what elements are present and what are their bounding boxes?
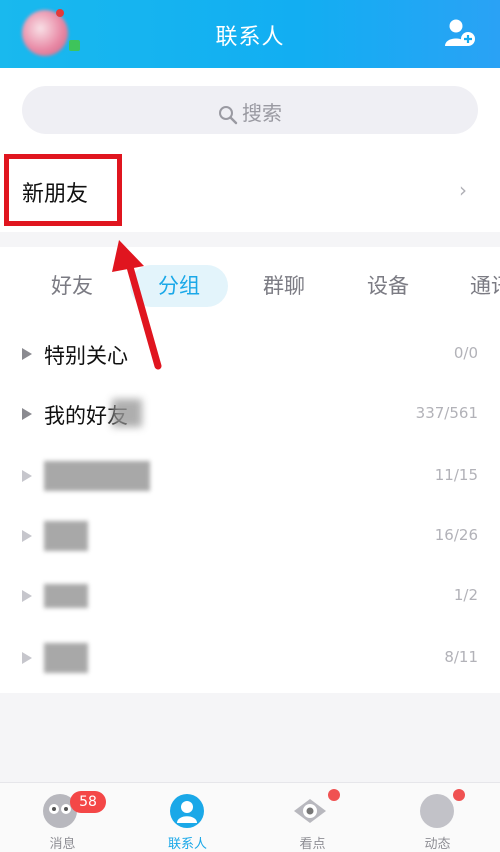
- nav-label: 联系人: [167, 837, 207, 852]
- tab-address-book[interactable]: 通讯: [446, 265, 500, 307]
- notification-dot: [56, 9, 64, 17]
- group-row[interactable]: 特别关心 0/0: [0, 325, 500, 385]
- bottom-nav: 58 消息 联系人 看点 动态: [0, 782, 500, 852]
- group-count: 1/2: [453, 586, 478, 604]
- blurred-group-name: [44, 584, 88, 608]
- group-count: 8/11: [444, 648, 478, 666]
- notification-dot: [328, 789, 340, 801]
- nav-watch[interactable]: 看点: [250, 783, 375, 852]
- unread-badge: 58: [70, 791, 106, 813]
- search-placeholder: 搜索: [242, 101, 282, 125]
- page-title: 联系人: [215, 25, 285, 50]
- expand-arrow-icon: [22, 530, 32, 542]
- blurred-region: [112, 399, 142, 427]
- search-input[interactable]: 搜索: [22, 86, 478, 134]
- group-row[interactable]: 我的好友 337/561: [0, 385, 500, 445]
- contacts-icon: [170, 794, 204, 828]
- nav-feed[interactable]: 动态: [375, 783, 500, 852]
- highlight-annotation: [4, 154, 122, 226]
- group-row[interactable]: 1/2: [0, 567, 500, 627]
- star-icon: [420, 794, 454, 828]
- blurred-group-name: [44, 643, 88, 673]
- tab-devices[interactable]: 设备: [340, 265, 436, 307]
- expand-arrow-icon: [22, 408, 32, 420]
- annotation-arrow: [112, 240, 162, 370]
- group-count: 337/561: [415, 404, 478, 422]
- expand-arrow-icon: [22, 652, 32, 664]
- add-contact-icon[interactable]: [444, 18, 476, 48]
- nav-label: 消息: [49, 837, 76, 852]
- blurred-group-name: [44, 521, 88, 551]
- nav-contacts[interactable]: 联系人: [125, 783, 250, 852]
- expand-arrow-icon: [22, 590, 32, 602]
- notification-dot: [453, 789, 465, 801]
- nav-label: 看点: [299, 837, 326, 852]
- contacts-panel: 好友 分组 群聊 设备 通讯 特别关心 0/0 我的好友 337/561 11/…: [0, 247, 500, 693]
- group-row[interactable]: 8/11: [0, 629, 500, 689]
- group-count: 16/26: [434, 526, 478, 544]
- blurred-group-name: [44, 461, 150, 491]
- expand-arrow-icon: [22, 348, 32, 360]
- expand-arrow-icon: [22, 470, 32, 482]
- top-bar: 联系人: [0, 0, 500, 68]
- search-icon: [219, 105, 238, 124]
- chevron-right-icon: ›: [459, 178, 467, 202]
- top-section: 搜索 新朋友 ›: [0, 68, 500, 232]
- nav-label: 动态: [424, 837, 451, 852]
- group-count: 0/0: [453, 344, 478, 362]
- eye-icon: [294, 799, 326, 823]
- nav-messages[interactable]: 58 消息: [0, 783, 125, 852]
- group-row[interactable]: 16/26: [0, 507, 500, 567]
- group-count: 11/15: [434, 466, 478, 484]
- tab-group-chats[interactable]: 群聊: [236, 265, 332, 307]
- group-row[interactable]: 11/15: [0, 447, 500, 507]
